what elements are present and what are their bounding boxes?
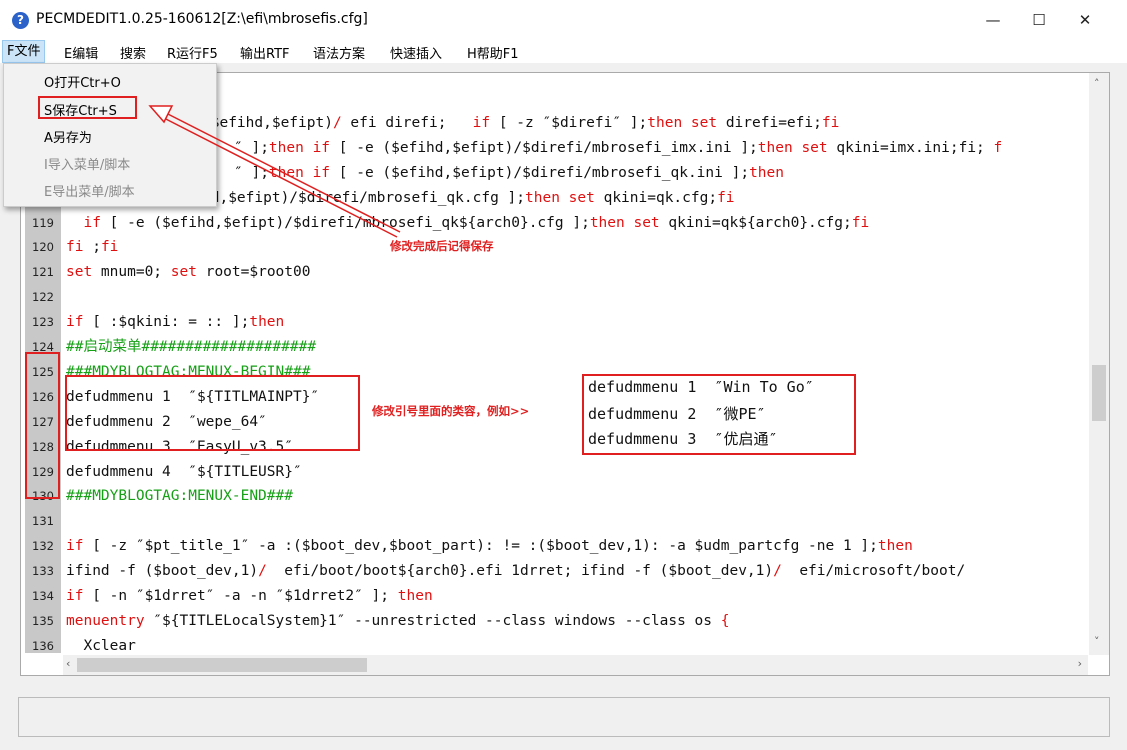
example-line: defudmmenu 1 ″Win To Go″ <box>588 378 814 396</box>
example-line: defudmmenu 2 ″微PE″ <box>588 403 766 424</box>
edit-note: 修改引号里面的类容，例如>> <box>372 403 529 419</box>
line-number-highlight-box <box>25 352 60 499</box>
menu-lines-highlight-box <box>65 375 360 451</box>
save-note: 修改完成后记得保存 <box>390 238 494 254</box>
example-line: defudmmenu 3 ″优启通″ <box>588 428 778 449</box>
example-box: defudmmenu 1 ″Win To Go″ defudmmenu 2 ″微… <box>582 374 856 455</box>
